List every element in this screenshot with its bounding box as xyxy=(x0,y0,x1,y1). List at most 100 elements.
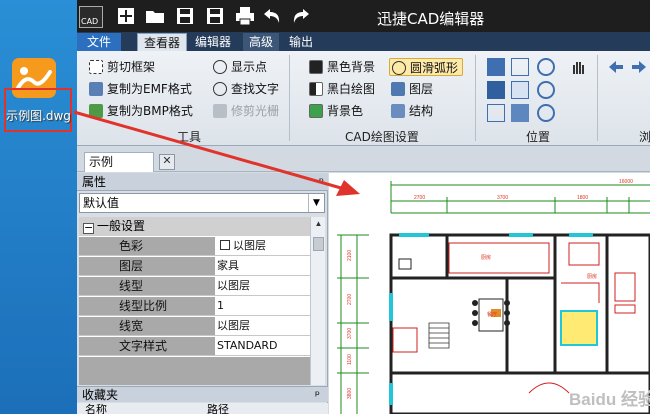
tab-viewer[interactable]: 查看器 xyxy=(137,33,188,51)
room-label: 厨房 xyxy=(587,273,597,280)
tab-advanced[interactable]: 高级 xyxy=(243,33,280,51)
scroll-up-icon[interactable]: ▲ xyxy=(311,217,326,231)
zoom-previous-icon[interactable] xyxy=(511,81,529,99)
zoom-in-icon[interactable] xyxy=(537,58,555,76)
properties-scrollbar[interactable]: ▲ xyxy=(310,217,325,385)
background-color-button[interactable]: 背景色 xyxy=(309,102,363,120)
favorites-col-path[interactable]: 路径 xyxy=(207,403,229,414)
copy-emf-label: 复制为EMF格式 xyxy=(107,82,192,96)
property-row[interactable]: 线型比例 1 xyxy=(79,297,311,316)
room-label: 餐厅 xyxy=(487,311,497,318)
properties-title: 属性 xyxy=(82,175,107,189)
property-row[interactable]: 线型 以图层 xyxy=(79,277,311,296)
property-value[interactable]: 以图层 xyxy=(216,277,311,295)
dim-left-4: 1100 xyxy=(347,354,353,365)
properties-header: 属性 ᵖ xyxy=(77,173,328,191)
bg-color-icon xyxy=(309,104,323,118)
new-file-icon[interactable] xyxy=(115,5,137,27)
print-icon[interactable] xyxy=(234,5,256,27)
structure-button[interactable]: 结构 xyxy=(391,102,433,120)
property-row[interactable]: 线宽 以图层 xyxy=(79,317,311,336)
layers-label: 图层 xyxy=(409,82,434,96)
room-label: 厨房 xyxy=(481,254,491,261)
tab-output[interactable]: 输出 xyxy=(283,33,319,51)
save-as-icon[interactable] xyxy=(204,5,226,27)
ribbon-separator xyxy=(597,55,598,141)
find-text-button[interactable]: 查找文字 xyxy=(213,80,279,98)
property-row[interactable]: 文字样式 STANDARD xyxy=(79,337,311,356)
clip-frame-button[interactable]: 剪切框架 xyxy=(89,58,155,76)
orbit-icon[interactable] xyxy=(511,104,529,122)
structure-label: 结构 xyxy=(409,104,434,118)
arc-icon xyxy=(392,61,406,75)
chevron-down-icon[interactable]: ▼ xyxy=(308,194,324,212)
browse-group-label: 浏 xyxy=(639,130,650,144)
trim-raster-label: 修剪光栅 xyxy=(231,104,280,118)
layers-button[interactable]: 图层 xyxy=(391,80,433,98)
tab-editor[interactable]: 编辑器 xyxy=(189,33,237,51)
emf-icon xyxy=(89,82,103,96)
property-value[interactable]: STANDARD xyxy=(216,337,311,355)
tools-group-label: 工具 xyxy=(177,130,202,144)
trim-raster-button[interactable]: 修剪光栅 xyxy=(213,102,279,120)
properties-selector[interactable]: 默认值 ▼ xyxy=(79,193,325,213)
bw-icon xyxy=(309,82,323,96)
menu-tab-bar: 文件 查看器 编辑器 高级 输出 xyxy=(77,32,650,51)
smooth-arc-button[interactable]: 圆滑弧形 xyxy=(389,58,464,76)
show-points-button[interactable]: 显示点 xyxy=(213,58,267,76)
desktop-area: 示例图.dwg xyxy=(0,0,77,414)
zoom-window-icon[interactable] xyxy=(487,58,505,76)
zoom-out-icon[interactable] xyxy=(537,81,555,99)
property-value[interactable]: 家具 xyxy=(216,257,311,275)
open-folder-icon[interactable] xyxy=(144,5,166,27)
document-tab-strip: 示例图.dwg ✕ xyxy=(77,146,650,187)
position-group-label: 位置 xyxy=(526,130,551,144)
arrow-right-icon[interactable] xyxy=(630,58,648,76)
close-tab-icon[interactable]: ✕ xyxy=(159,154,175,170)
title-bar: CAD 迅捷CAD编辑器 xyxy=(77,0,650,32)
general-settings-section[interactable]: − 一般设置 xyxy=(79,217,311,236)
bmp-icon xyxy=(89,104,103,118)
rotate-3d-icon[interactable] xyxy=(487,104,505,122)
property-value[interactable]: 1 xyxy=(216,297,311,315)
general-settings-label: 一般设置 xyxy=(97,219,146,233)
desktop-file-label[interactable]: 示例图.dwg xyxy=(0,107,77,124)
favorites-header: 收藏夹 ᵖ xyxy=(77,386,328,402)
undo-icon[interactable] xyxy=(262,5,284,27)
app-logo-icon: CAD xyxy=(79,6,103,28)
favorites-col-name[interactable]: 名称 xyxy=(85,403,107,414)
property-row[interactable]: 图层 家具 xyxy=(79,257,311,276)
dim-top-1: 2700 xyxy=(414,195,425,201)
dim-top-total: 16000 xyxy=(619,179,633,185)
bw-drawing-button[interactable]: 黑白绘图 xyxy=(309,80,375,98)
collapse-icon[interactable]: − xyxy=(83,222,94,234)
black-background-label: 黑色背景 xyxy=(327,60,376,74)
favorites-columns: 名称 路径 xyxy=(77,403,328,414)
properties-selector-value: 默认值 xyxy=(83,196,120,210)
property-row[interactable]: 色彩 以图层 xyxy=(79,237,311,256)
redo-icon[interactable] xyxy=(289,5,311,27)
drawing-canvas[interactable]: 16000 2700 3700 1800 2100 2700 3700 1100 xyxy=(329,173,650,414)
copy-emf-button[interactable]: 复制为EMF格式 xyxy=(89,80,192,98)
arrow-left-icon[interactable] xyxy=(607,58,625,76)
pin-icon[interactable]: ᵖ xyxy=(319,173,324,191)
pan-hand-icon[interactable] xyxy=(569,58,587,76)
dim-top-3: 1800 xyxy=(577,195,588,201)
tab-file[interactable]: 文件 xyxy=(77,33,122,51)
view-options-icon[interactable] xyxy=(537,104,555,122)
pin-icon[interactable]: ᵖ xyxy=(315,387,320,403)
smooth-arc-label: 圆滑弧形 xyxy=(410,61,459,75)
show-points-label: 显示点 xyxy=(231,60,268,74)
fit-page-icon[interactable] xyxy=(487,81,505,99)
scroll-thumb[interactable] xyxy=(313,237,324,251)
copy-bmp-button[interactable]: 复制为BMP格式 xyxy=(89,102,193,120)
property-value[interactable]: 以图层 xyxy=(216,237,311,255)
save-icon[interactable] xyxy=(174,5,196,27)
document-tab[interactable]: 示例图.dwg xyxy=(84,152,154,187)
properties-grid: − 一般设置 色彩 以图层 图层 家具 线型 以图层 线型比例 1 线宽 以图层 文字样式 S… xyxy=(79,217,311,385)
black-background-button[interactable]: 黑色背景 xyxy=(309,58,375,76)
property-value[interactable]: 以图层 xyxy=(216,317,311,335)
property-key: 线宽 xyxy=(79,317,215,335)
cad-settings-group-label: CAD绘图设置 xyxy=(345,130,419,144)
zoom-extents-icon[interactable] xyxy=(511,58,529,76)
